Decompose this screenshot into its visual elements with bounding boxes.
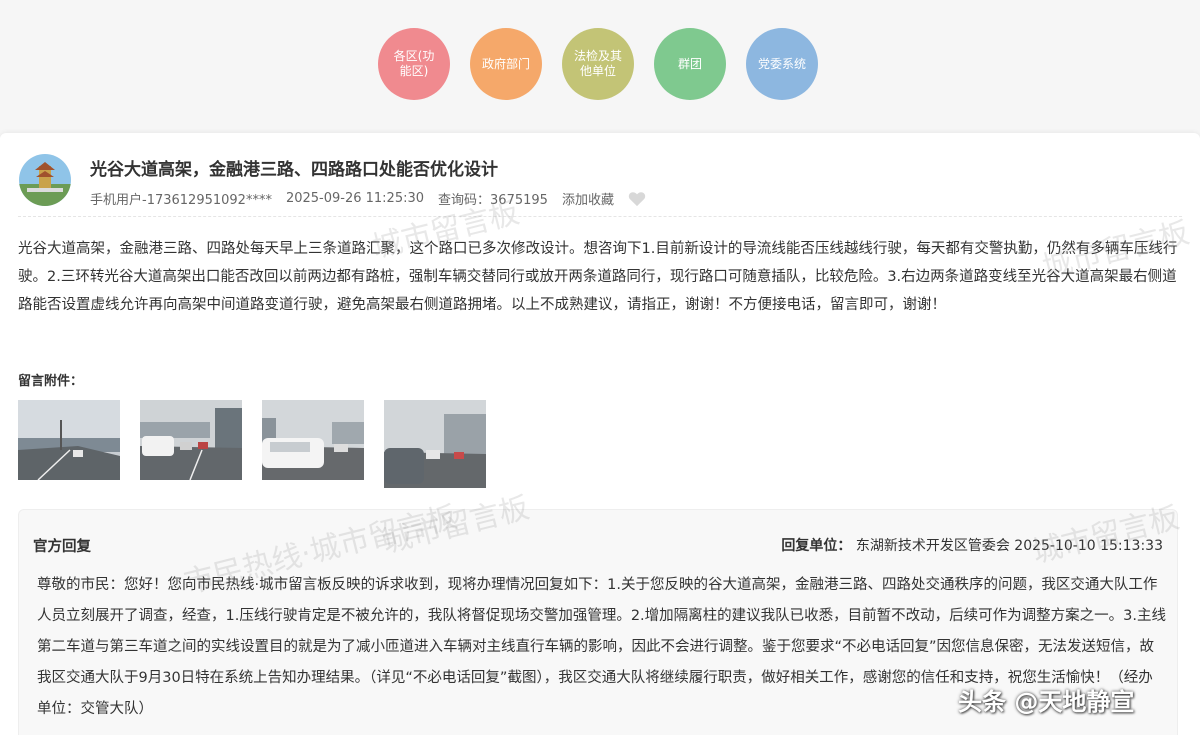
attachment-thumbnail[interactable] xyxy=(140,400,242,480)
post-datetime: 2025-09-26 11:25:30 xyxy=(285,191,425,206)
heart-icon[interactable] xyxy=(628,191,646,207)
category-party-committee[interactable]: 党委系统 xyxy=(746,28,818,100)
category-courts-and-other-units[interactable]: 法检及其他单位 xyxy=(562,28,634,100)
reply-unit-label: 回复单位： xyxy=(781,538,852,554)
message-card: 光谷大道高架，金融港三路、四路路口处能否优化设计 手机用户-1736129510… xyxy=(0,133,1200,735)
add-favorite-button[interactable]: 添加收藏 xyxy=(562,189,614,208)
attachment-thumbnail[interactable] xyxy=(18,400,120,480)
post-body: 光谷大道高架，金融港三路、四路处每天早上三条道路汇聚，这个路口已多次修改设计。想… xyxy=(18,241,1178,313)
divider xyxy=(18,216,1182,217)
page: 各区(功能区) 政府部门 法检及其他单位 群团 党委系统 光谷大道高架，金融港三… xyxy=(0,0,1200,735)
post-user: 手机用户-173612951092**** xyxy=(90,193,272,208)
avatar xyxy=(19,154,71,206)
attachments-label: 留言附件： xyxy=(18,374,84,389)
reply-unit-row: 回复单位： 东湖新技术开发区管委会 2025-10-10 15:13:33 xyxy=(781,535,1163,555)
post-title: 光谷大道高架，金融港三路、四路路口处能否优化设计 xyxy=(90,160,498,180)
attachment-thumbnail[interactable] xyxy=(384,400,486,488)
category-districts[interactable]: 各区(功能区) xyxy=(378,28,450,100)
category-nav: 各区(功能区) 政府部门 法检及其他单位 群团 党委系统 xyxy=(378,28,818,100)
brand-tag: 头条 @天地静宣 xyxy=(958,688,1135,716)
post-query-code: 查询码：3675195 xyxy=(438,193,548,208)
category-government-departments[interactable]: 政府部门 xyxy=(470,28,542,100)
post-meta: 手机用户-173612951092**** 2025-09-26 11:25:3… xyxy=(90,189,646,208)
reply-heading: 官方回复 xyxy=(33,539,91,555)
attachment-thumbnail[interactable] xyxy=(262,400,364,480)
category-mass-organizations[interactable]: 群团 xyxy=(654,28,726,100)
reply-unit: 东湖新技术开发区管委会 xyxy=(855,538,1010,554)
reply-datetime: 2025-10-10 15:13:33 xyxy=(1014,538,1163,554)
